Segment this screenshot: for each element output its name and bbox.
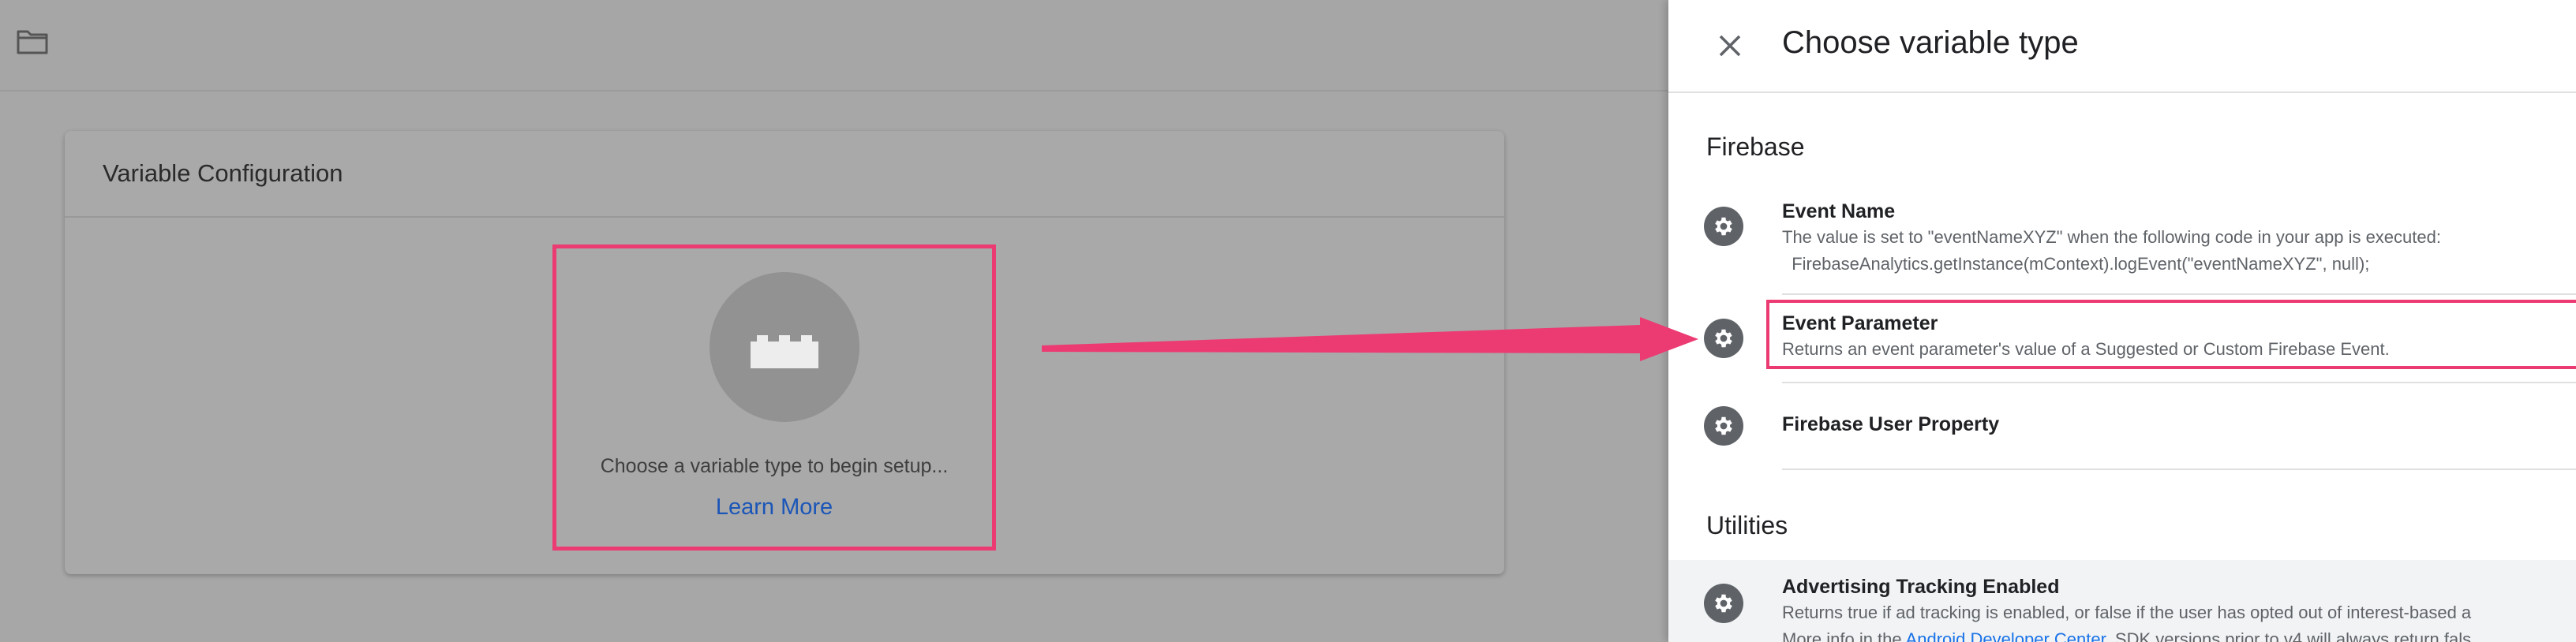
placeholder-text: Choose a variable type to begin setup...: [600, 455, 949, 477]
divider: [1782, 293, 2576, 295]
close-button[interactable]: [1708, 24, 1752, 68]
choose-variable-type-drawer: Choose variable type Firebase Event Name…: [1668, 0, 2576, 642]
variable-type-name: Advertising Tracking Enabled: [1782, 576, 2060, 598]
variable-type-name: Firebase User Property: [1782, 413, 2000, 435]
screen: Variable Configuration Choose a variable…: [0, 0, 2576, 642]
description-text: . SDK versions prior to v4 will always r…: [2105, 629, 2472, 642]
variable-type-circle[interactable]: [710, 272, 859, 422]
variable-type-event-name[interactable]: Event Name The value is set to "eventNam…: [1668, 192, 2576, 281]
variable-configuration-card: Variable Configuration Choose a variable…: [65, 131, 1504, 574]
variable-type-description: More info in the Android Developer Cente…: [1782, 626, 2471, 642]
variable-type-advertising-tracking-enabled[interactable]: Advertising Tracking Enabled Returns tru…: [1668, 560, 2576, 642]
variable-type-description: FirebaseAnalytics.getInstance(mContext).…: [1782, 254, 2370, 274]
gear-icon: [1704, 406, 1743, 446]
gear-icon: [1704, 207, 1743, 246]
android-developer-center-link[interactable]: Android Developer Center: [1906, 629, 2106, 642]
drawer-title: Choose variable type: [1782, 25, 2079, 60]
drawer-header: Choose variable type: [1668, 0, 2576, 93]
choose-variable-type-placeholder[interactable]: Choose a variable type to begin setup...…: [552, 244, 996, 551]
gear-icon: [1704, 584, 1743, 623]
top-bar: [0, 0, 1668, 91]
section-title-firebase: Firebase: [1706, 133, 1805, 161]
close-icon: [1719, 35, 1741, 57]
folder-icon[interactable]: [16, 28, 49, 55]
variable-type-firebase-user-property[interactable]: Firebase User Property: [1668, 394, 2576, 457]
variable-type-name: Event Name: [1782, 200, 1896, 222]
section-title-utilities: Utilities: [1706, 511, 1788, 539]
lego-brick-icon: [751, 335, 818, 368]
divider: [1782, 382, 2576, 383]
learn-more-link[interactable]: Learn More: [556, 495, 992, 521]
divider: [1782, 468, 2576, 470]
card-header: Variable Configuration: [65, 131, 1504, 218]
variable-type-description: Returns true if ad tracking is enabled, …: [1782, 603, 2472, 622]
description-text: More info in the: [1782, 629, 1906, 642]
variable-type-description: The value is set to "eventNameXYZ" when …: [1782, 227, 2441, 247]
gear-icon: [1704, 319, 1743, 358]
card-title: Variable Configuration: [103, 159, 343, 187]
event-parameter-highlight: [1766, 300, 2576, 369]
